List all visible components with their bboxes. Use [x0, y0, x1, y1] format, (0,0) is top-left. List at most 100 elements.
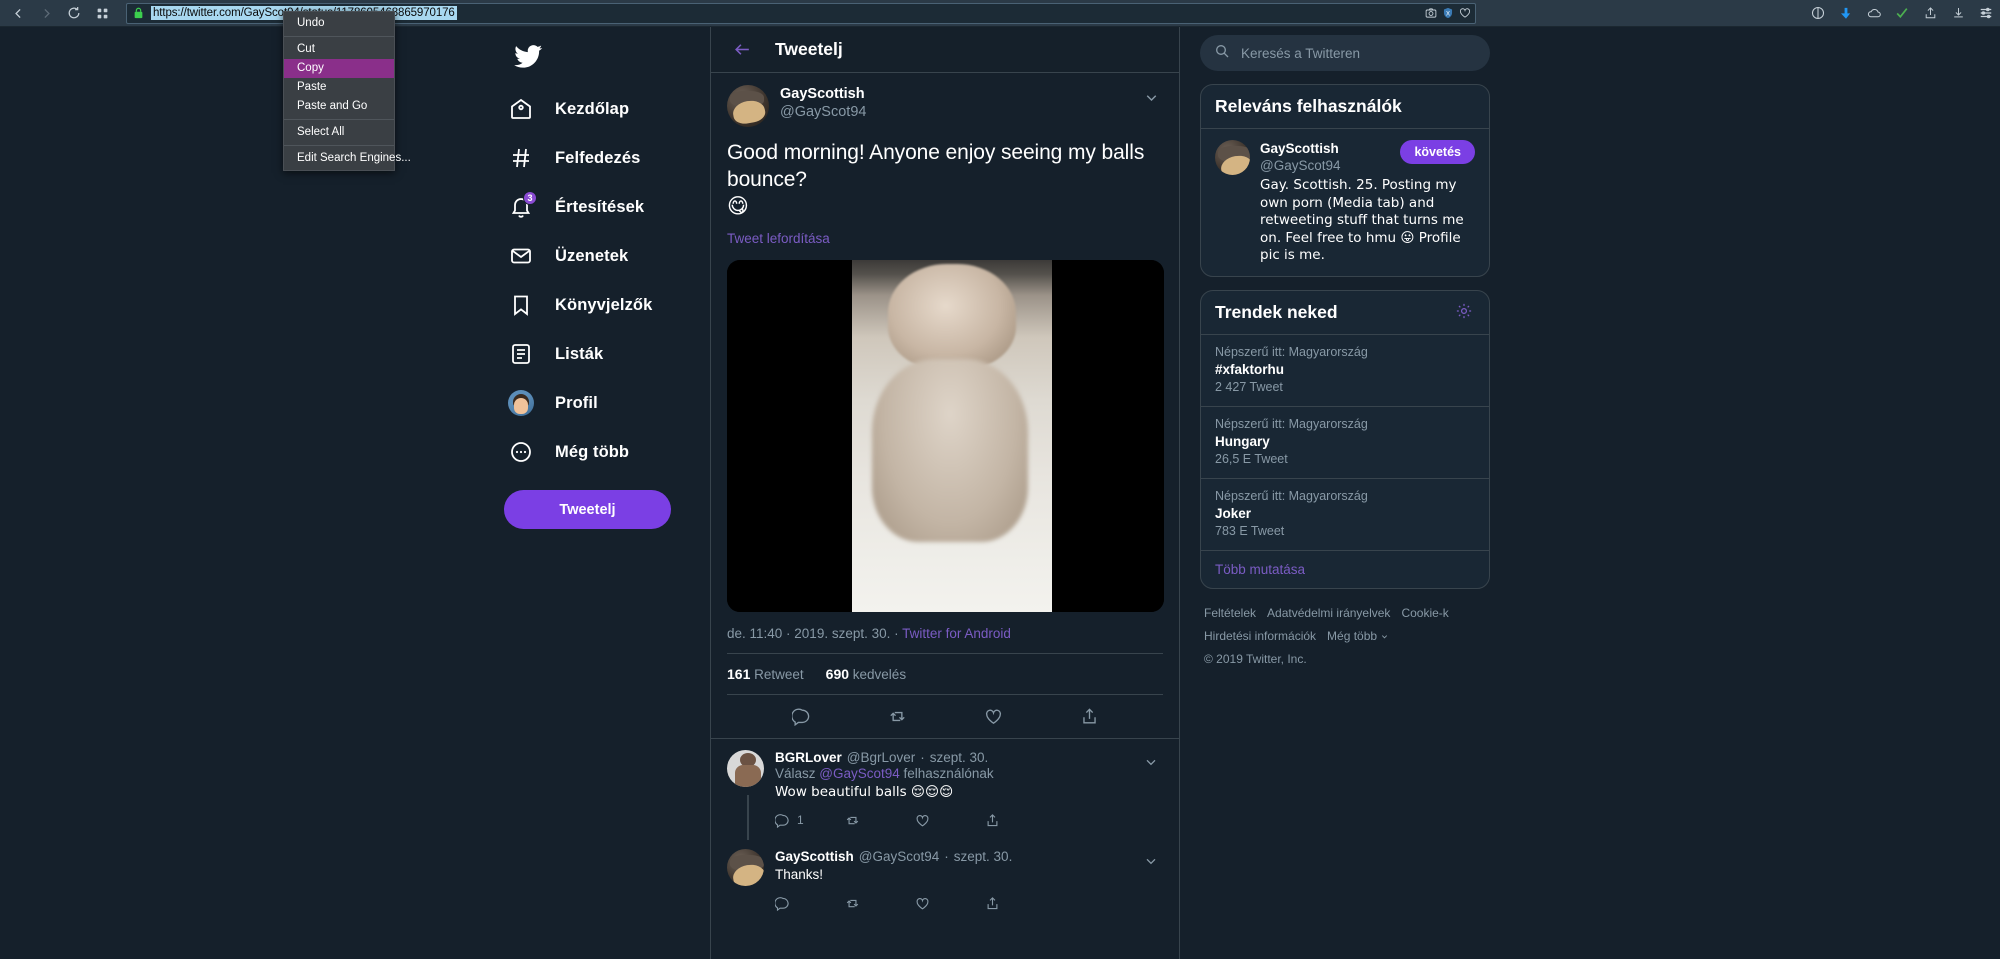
- browser-extension-icons: [1810, 0, 1994, 26]
- context-menu-item[interactable]: Undo: [284, 14, 394, 33]
- compose-tweet-button[interactable]: Tweetelj: [504, 490, 671, 529]
- reply-handle[interactable]: @BgrLover: [847, 750, 915, 765]
- main-header: Tweetelj: [711, 27, 1179, 73]
- tweet-timestamp: de. 11:40 · 2019. szept. 30.: [727, 626, 891, 641]
- share-icon[interactable]: [985, 813, 1055, 828]
- grid-view-button[interactable]: [88, 2, 116, 25]
- twitter-bird-icon[interactable]: [504, 33, 552, 81]
- translate-tweet-link[interactable]: Tweet lefordítása: [727, 231, 1163, 246]
- footer-link-terms[interactable]: Feltételek: [1204, 604, 1256, 623]
- reload-button[interactable]: [60, 2, 88, 25]
- tweet-display-name[interactable]: GayScottish: [780, 85, 1139, 103]
- chevron-down-icon[interactable]: [1139, 849, 1163, 873]
- left-sidebar: Kezdőlap Felfedezés 3 Értesítések Üzenet…: [500, 27, 690, 959]
- media-letterbox-left: [727, 260, 852, 612]
- chevron-down-icon[interactable]: [1139, 750, 1163, 774]
- footer-link-cookies[interactable]: Cookie-k: [1401, 604, 1448, 623]
- relevant-user-row[interactable]: GayScottish @GayScot94 követés Gay. Scot…: [1201, 128, 1489, 276]
- gear-icon[interactable]: [1455, 302, 1475, 322]
- reply-time[interactable]: szept. 30.: [954, 849, 1013, 864]
- sidebar-item-lists[interactable]: Listák: [500, 330, 678, 378]
- reply-tweet[interactable]: BGRLover @BgrLover · szept. 30. Válasz @…: [711, 738, 1179, 840]
- reply-handle[interactable]: @GayScot94: [859, 849, 940, 864]
- reply-display-name[interactable]: GayScottish: [775, 849, 854, 864]
- retweet-icon[interactable]: [882, 702, 912, 732]
- avatar[interactable]: [727, 849, 764, 886]
- checkmark-icon[interactable]: [1894, 5, 1910, 21]
- relevant-user-handle[interactable]: @GayScot94: [1260, 157, 1400, 174]
- cloud-icon[interactable]: [1866, 5, 1882, 21]
- relevant-user-display-name[interactable]: GayScottish: [1260, 140, 1400, 157]
- follow-button[interactable]: követés: [1400, 140, 1475, 164]
- reader-mode-icon[interactable]: [1810, 5, 1826, 21]
- bookmark-heart-icon[interactable]: [1458, 7, 1471, 20]
- sidebar-item-notifications[interactable]: 3 Értesítések: [500, 183, 678, 231]
- relevant-user-top: GayScottish @GayScot94 követés: [1260, 140, 1475, 174]
- sidebar-item-more[interactable]: Még több: [500, 428, 678, 476]
- reply-icon[interactable]: [786, 702, 816, 732]
- address-bar-context-menu[interactable]: Undo Cut Copy Paste Paste and Go Select All Ed…: [283, 11, 411, 171]
- back-arrow-icon[interactable]: [727, 35, 757, 65]
- sidebar-item-bookmarks[interactable]: Könyvjelzők: [500, 281, 678, 329]
- retweet-icon[interactable]: [845, 896, 915, 911]
- sidebar-item-home[interactable]: Kezdőlap: [500, 85, 678, 133]
- context-menu-item[interactable]: Paste: [284, 78, 394, 97]
- context-menu-item[interactable]: Edit Search Engines...: [284, 149, 411, 168]
- share-icon[interactable]: [1074, 702, 1104, 732]
- reply-time[interactable]: szept. 30.: [930, 750, 989, 765]
- address-bar-actions: X: [1424, 4, 1471, 23]
- like-stat[interactable]: 690 kedvelés: [826, 666, 906, 682]
- footer-link-privacy[interactable]: Adatvédelmi irányelvek: [1267, 604, 1390, 623]
- reply-icon[interactable]: 1: [775, 813, 845, 828]
- trends-title-text: Trendek neked: [1215, 301, 1338, 322]
- trend-item[interactable]: Népszerű itt: Magyarország Hungary 26,5 …: [1201, 405, 1489, 478]
- retweet-icon[interactable]: [845, 813, 915, 828]
- context-menu-item[interactable]: Paste and Go: [284, 97, 394, 116]
- share-icon[interactable]: [985, 896, 1055, 911]
- sidebar-item-profile[interactable]: Profil: [500, 379, 678, 427]
- sidebar-label-home: Kezdőlap: [555, 99, 630, 118]
- tweet-emoji: 😋: [727, 194, 749, 218]
- reply-tweet[interactable]: GayScottish @GayScot94 · szept. 30. Than…: [711, 838, 1179, 921]
- sidebar-item-messages[interactable]: Üzenetek: [500, 232, 678, 280]
- retweet-stat[interactable]: 161 Retweet: [727, 666, 804, 682]
- reply-display-name[interactable]: BGRLover: [775, 750, 842, 765]
- context-menu-item[interactable]: Cut: [284, 40, 394, 59]
- footer-link-ads-info[interactable]: Hirdetési információk: [1204, 627, 1316, 646]
- like-label: kedvelés: [852, 667, 907, 682]
- sidebar-item-explore[interactable]: Felfedezés: [500, 134, 678, 182]
- save-download-icon[interactable]: [1950, 5, 1966, 21]
- tweet-stats: 161 Retweet 690 kedvelés: [727, 653, 1163, 694]
- tweet-media-video[interactable]: [727, 260, 1164, 612]
- like-icon[interactable]: [978, 702, 1008, 732]
- avatar[interactable]: [727, 750, 764, 787]
- tweet-handle[interactable]: @GayScot94: [780, 103, 1139, 121]
- replying-mention[interactable]: @GayScot94: [819, 766, 900, 781]
- like-icon[interactable]: [915, 813, 985, 828]
- trend-item[interactable]: Népszerű itt: Magyarország #xfaktorhu 2 …: [1201, 333, 1489, 406]
- tweet-source[interactable]: Twitter for Android: [902, 626, 1011, 641]
- primary-tweet: GayScottish @GayScot94 Good morning! Any…: [711, 73, 1179, 738]
- forward-button[interactable]: [32, 2, 60, 25]
- like-icon[interactable]: [915, 896, 985, 911]
- search-input[interactable]: [1241, 45, 1476, 61]
- footer-link-more[interactable]: Még több: [1327, 627, 1389, 646]
- trend-item[interactable]: Népszerű itt: Magyarország Joker 783 E T…: [1201, 477, 1489, 550]
- share-upload-icon[interactable]: [1922, 5, 1938, 21]
- back-button[interactable]: [4, 2, 32, 25]
- like-count: 690: [825, 666, 850, 682]
- avatar[interactable]: [727, 85, 769, 127]
- search-box[interactable]: [1200, 35, 1490, 71]
- reply-icon[interactable]: [775, 896, 845, 911]
- tweet-text-content: Good morning! Anyone enjoy seeing my bal…: [727, 141, 1145, 191]
- bookmark-icon: [504, 288, 538, 322]
- context-menu-item[interactable]: Copy: [284, 59, 394, 78]
- avatar[interactable]: [1215, 140, 1250, 175]
- show-more-trends-link[interactable]: Több mutatása: [1201, 549, 1489, 588]
- screenshot-icon[interactable]: [1424, 7, 1437, 20]
- menu-hamburger-icon[interactable]: [1978, 5, 1994, 21]
- chevron-down-icon[interactable]: [1139, 85, 1163, 109]
- shield-icon[interactable]: X: [1441, 7, 1454, 20]
- download-arrow-icon[interactable]: [1838, 5, 1854, 21]
- context-menu-item[interactable]: Select All: [284, 123, 394, 142]
